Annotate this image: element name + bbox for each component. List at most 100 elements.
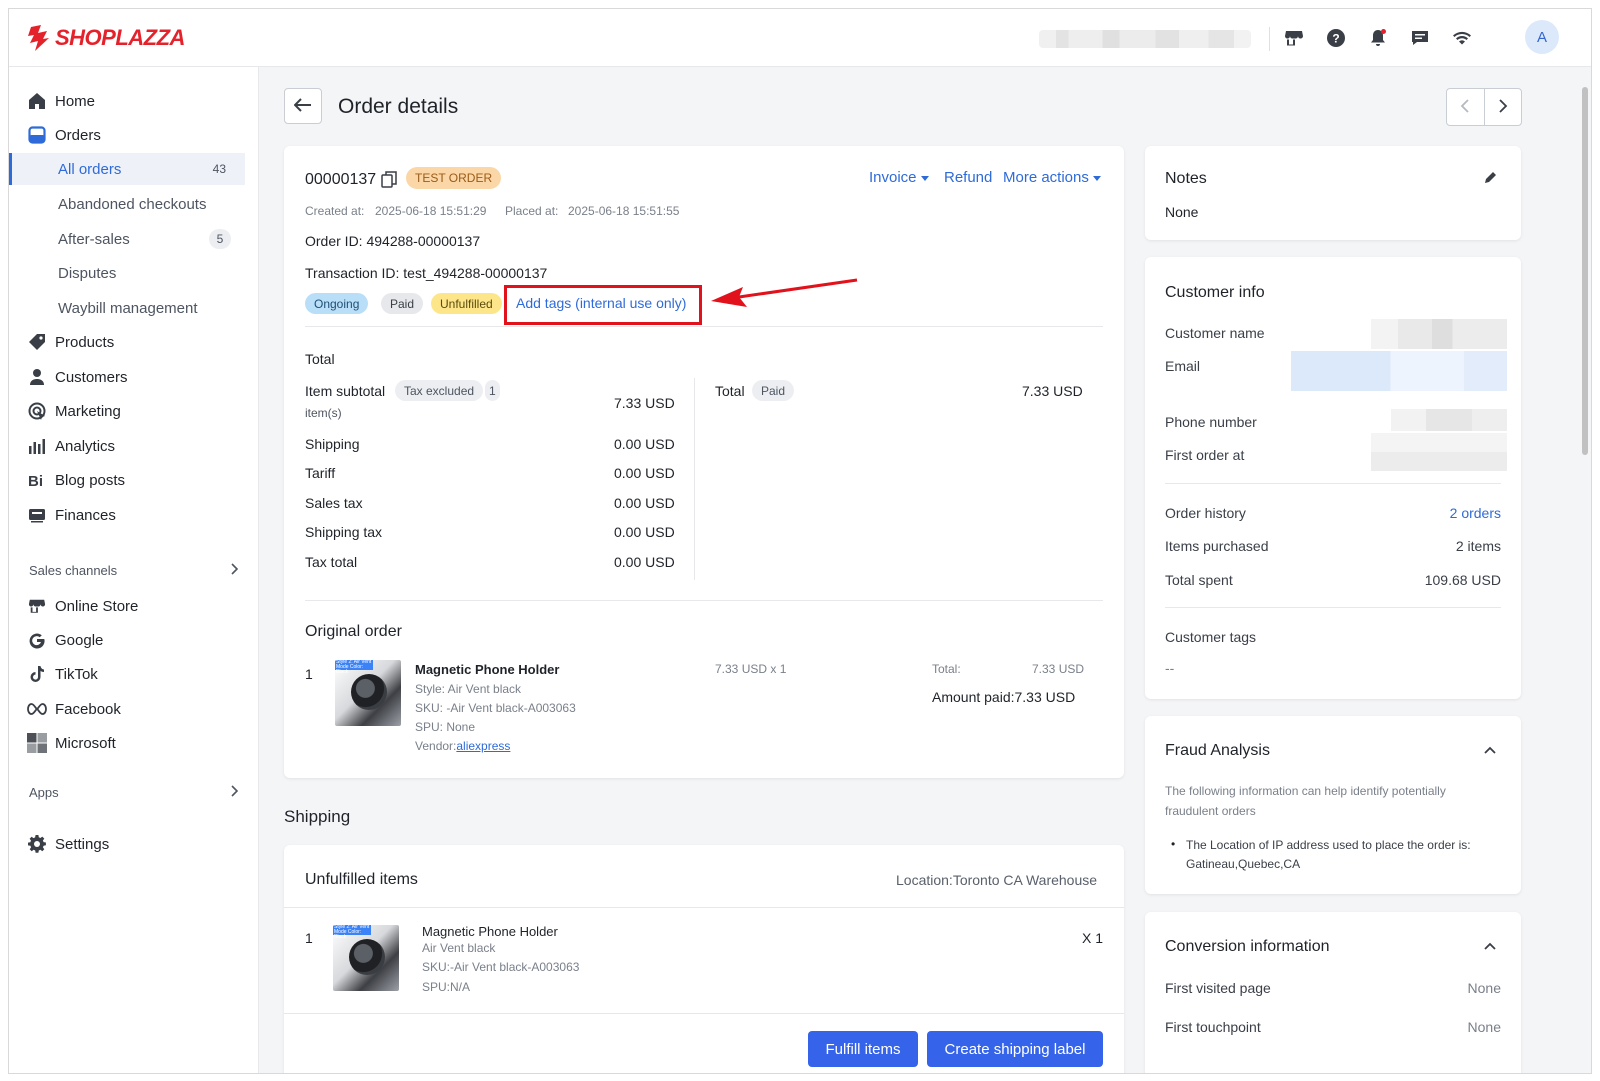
highlight-annotation bbox=[504, 285, 702, 325]
sidebar-item-tiktok[interactable]: TikTok bbox=[9, 659, 245, 689]
gear-icon bbox=[27, 834, 47, 854]
divider bbox=[305, 600, 1103, 601]
status-badge-ongoing: Ongoing bbox=[305, 293, 369, 314]
sidebar-item-online-store[interactable]: Online Store bbox=[9, 591, 245, 621]
grand-total-status-badge: Paid bbox=[752, 380, 795, 401]
sidebar-item-label: Products bbox=[55, 333, 115, 351]
sidebar-item-waybill-management[interactable]: Waybill management bbox=[9, 292, 245, 324]
svg-text:?: ? bbox=[1332, 32, 1339, 46]
items-purchased-value: 2 items bbox=[1455, 538, 1501, 554]
sales-tax-value: 0.00 USD bbox=[614, 495, 675, 511]
caret-down-icon bbox=[1093, 169, 1102, 186]
sidebar-item-products[interactable]: Products bbox=[9, 327, 245, 357]
scrollbar-thumb[interactable] bbox=[1582, 87, 1588, 455]
notes-value: None bbox=[1165, 204, 1199, 220]
sidebar-item-label: Facebook bbox=[55, 700, 121, 718]
meta-icon bbox=[27, 699, 47, 719]
product-thumbnail[interactable]: Style 2: Air Vent Mode Color: Black bbox=[333, 925, 399, 991]
sidebar-item-all-orders[interactable]: All orders 43 bbox=[9, 153, 245, 185]
fulfill-quantity: X 1 bbox=[1082, 930, 1104, 946]
customer-info-heading: Customer info bbox=[1165, 284, 1265, 301]
brand-logo[interactable]: SHOPLAZZA bbox=[27, 23, 185, 53]
customer-name-redacted[interactable] bbox=[1371, 319, 1507, 349]
product-spu: SPU: None bbox=[415, 720, 476, 734]
sidebar-item-microsoft[interactable]: Microsoft bbox=[9, 728, 245, 758]
sales-channels-header[interactable]: Sales channels bbox=[29, 563, 239, 578]
product-variant: Air Vent black bbox=[422, 941, 496, 955]
wifi-icon[interactable] bbox=[1450, 26, 1474, 50]
sidebar-item-label: After-sales bbox=[58, 230, 130, 248]
page-scrollbar[interactable] bbox=[1579, 67, 1591, 1073]
items-unit: item(s) bbox=[305, 406, 342, 420]
divider bbox=[1165, 607, 1501, 608]
first-order-label: First order at bbox=[1165, 447, 1245, 463]
phone-label: Phone number bbox=[1165, 414, 1257, 430]
topbar: SHOPLAZZA ? A bbox=[9, 9, 1591, 67]
invoice-dropdown[interactable]: Invoice bbox=[869, 169, 929, 186]
sidebar-item-marketing[interactable]: Marketing bbox=[9, 396, 245, 426]
user-avatar[interactable]: A bbox=[1525, 20, 1559, 54]
shipping-heading: Shipping bbox=[284, 807, 351, 826]
sidebar-item-home[interactable]: Home bbox=[9, 86, 245, 116]
order-history-link[interactable]: 2 orders bbox=[1450, 505, 1501, 521]
product-name[interactable]: Magnetic Phone Holder bbox=[415, 662, 559, 677]
refund-button[interactable]: Refund bbox=[944, 169, 992, 186]
email-redacted[interactable] bbox=[1291, 351, 1507, 391]
bell-icon[interactable] bbox=[1366, 26, 1390, 50]
sidebar-item-label: Online Store bbox=[55, 597, 139, 615]
sidebar-item-customers[interactable]: Customers bbox=[9, 362, 245, 392]
apps-header[interactable]: Apps bbox=[29, 785, 239, 800]
fraud-description: The following information can help ident… bbox=[1165, 784, 1446, 818]
sidebar-item-orders[interactable]: Orders bbox=[9, 120, 245, 150]
transaction-id: Transaction ID: test_494288-00000137 bbox=[305, 265, 548, 281]
page-title: Order details bbox=[338, 95, 459, 118]
pencil-icon[interactable] bbox=[1484, 170, 1498, 187]
count-badge: 5 bbox=[209, 229, 231, 249]
person-icon bbox=[27, 367, 47, 387]
back-button[interactable] bbox=[284, 88, 322, 124]
chat-icon[interactable] bbox=[1408, 26, 1432, 50]
tag-icon bbox=[27, 332, 47, 352]
sidebar-item-label: Microsoft bbox=[55, 734, 116, 752]
sidebar-item-after-sales[interactable]: After-sales 5 bbox=[9, 223, 245, 255]
sidebar-item-label: All orders bbox=[58, 160, 122, 178]
product-image-shape bbox=[351, 674, 387, 710]
sidebar-item-abandoned-checkouts[interactable]: Abandoned checkouts bbox=[9, 188, 245, 220]
more-actions-dropdown[interactable]: More actions bbox=[1003, 169, 1102, 186]
product-style: Style: Air Vent black bbox=[415, 682, 522, 696]
sidebar-item-label: Google bbox=[55, 631, 104, 649]
fulfill-items-button[interactable]: Fulfill items bbox=[808, 1031, 918, 1067]
help-icon[interactable]: ? bbox=[1324, 26, 1348, 50]
fraud-heading: Fraud Analysis bbox=[1165, 742, 1270, 759]
first-touchpoint-value: None bbox=[1467, 1019, 1501, 1035]
section-label: Sales channels bbox=[29, 563, 118, 578]
sidebar-item-label: Customers bbox=[55, 368, 128, 386]
store-name-redacted[interactable] bbox=[1039, 30, 1251, 48]
product-name[interactable]: Magnetic Phone Holder bbox=[422, 924, 558, 939]
chevron-up-icon[interactable] bbox=[1484, 938, 1496, 954]
vendor-link[interactable]: aliexpress bbox=[456, 739, 510, 753]
sidebar-item-settings[interactable]: Settings bbox=[9, 829, 245, 859]
previous-order-button[interactable] bbox=[1447, 89, 1485, 125]
sidebar-item-facebook[interactable]: Facebook bbox=[9, 694, 245, 724]
sidebar-item-analytics[interactable]: Analytics bbox=[9, 431, 245, 461]
store-icon[interactable] bbox=[1282, 26, 1306, 50]
product-thumbnail[interactable]: Style 2: Air Vent Mode Color: Black bbox=[335, 660, 401, 726]
chevron-up-icon[interactable] bbox=[1484, 742, 1496, 758]
unit-price: 7.33 USD x 1 bbox=[715, 662, 787, 676]
svg-text:Bi: Bi bbox=[28, 473, 43, 489]
copy-icon[interactable] bbox=[381, 171, 397, 191]
grand-total-value: 7.33 USD bbox=[1022, 383, 1083, 399]
target-icon bbox=[27, 401, 47, 421]
customer-name-label: Customer name bbox=[1165, 325, 1265, 341]
sidebar-item-disputes[interactable]: Disputes bbox=[9, 257, 245, 289]
sidebar-item-blog-posts[interactable]: Bi Blog posts bbox=[9, 465, 245, 495]
thumbnail-banner: Style 2: Air Vent Mode Color: Black bbox=[335, 660, 373, 675]
status-badge-unfulfilled: Unfulfilled bbox=[431, 293, 502, 314]
next-order-button[interactable] bbox=[1485, 89, 1522, 125]
sidebar-item-finances[interactable]: Finances bbox=[9, 500, 245, 530]
google-icon bbox=[27, 630, 47, 650]
item-quantity: 1 bbox=[305, 930, 313, 946]
sidebar-item-google[interactable]: Google bbox=[9, 625, 245, 655]
create-shipping-label-button[interactable]: Create shipping label bbox=[927, 1031, 1103, 1067]
